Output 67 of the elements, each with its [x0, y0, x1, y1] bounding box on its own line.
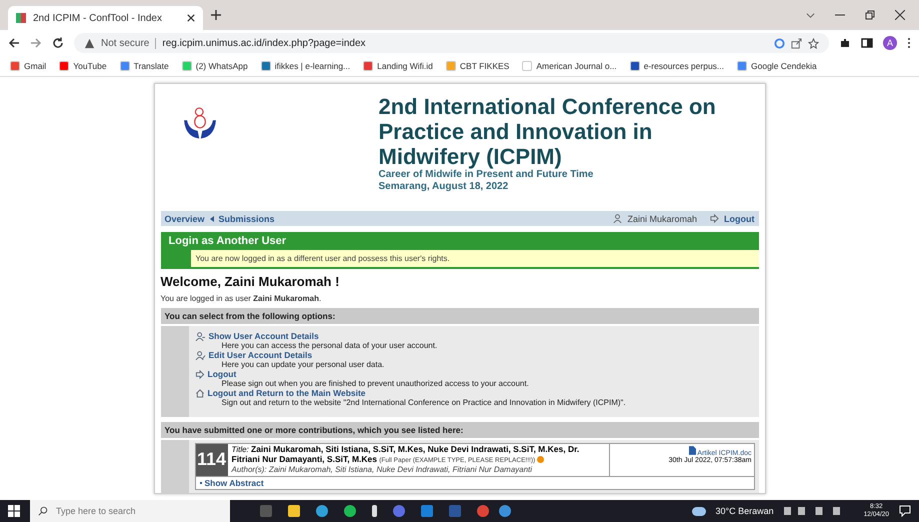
taskbar-search-field[interactable]: Type here to search — [30, 500, 230, 522]
browser-tab[interactable]: 2nd ICPIM - ConfTool - Index — [8, 6, 203, 30]
contribution-number: 114 — [196, 444, 228, 476]
welcome-heading: Welcome, Zaini Mukaromah ! — [160, 274, 340, 289]
google-icon[interactable] — [774, 38, 785, 48]
logout-icon — [194, 370, 204, 378]
bookmark-link[interactable]: Translate — [120, 61, 169, 71]
option-link[interactable]: Logout — [208, 369, 236, 379]
kebab-menu-icon[interactable] — [907, 37, 911, 49]
option-link[interactable]: Logout and Return to the Main Website — [208, 388, 366, 398]
notification-icon[interactable] — [899, 505, 911, 517]
option-link[interactable]: Show User Account Details — [208, 331, 319, 341]
show-abstract-link[interactable]: Show Abstract — [204, 478, 264, 488]
forward-icon[interactable] — [30, 37, 42, 49]
bookmark-link[interactable]: Google Cendekia — [737, 61, 817, 71]
address-bar[interactable]: Not secure reg.icpim.unimus.ac.id/index.php?page=index — [74, 33, 829, 53]
section-heading: You can select from the following options: — [160, 308, 758, 324]
bookmark-link[interactable]: YouTube — [59, 61, 107, 71]
cloud-icon — [692, 506, 706, 516]
bookmark-link[interactable]: ifikkes | e-learning... — [260, 61, 350, 71]
user-icon — [194, 332, 206, 340]
chevron-icon[interactable] — [806, 10, 815, 20]
bookmark-link[interactable]: CBT FIKKES — [446, 61, 510, 71]
bookmark-link[interactable]: Gmail — [10, 61, 46, 71]
close-icon[interactable] — [895, 10, 905, 20]
option-description: Please sign out when you are finished to prevent unauthorized access to your account. — [222, 379, 530, 388]
warning-icon — [84, 38, 95, 48]
notice-message: You are now logged in as a different user and possess this user's rights. — [190, 250, 758, 267]
user-name: Zaini Mukaromah — [627, 214, 697, 224]
weather-text[interactable]: 30°C Berawan — [716, 506, 774, 516]
login-status-text: You are logged in as user Zaini Mukaromah. — [160, 294, 322, 303]
bookmark-link[interactable]: American Journal o... — [522, 61, 617, 71]
new-tab-icon[interactable] — [211, 10, 221, 20]
windows-start-icon[interactable] — [8, 505, 20, 517]
home-icon — [194, 388, 204, 398]
sidebar-icon[interactable] — [861, 37, 873, 49]
document-icon — [688, 446, 696, 455]
share-icon[interactable] — [791, 38, 802, 48]
profile-avatar[interactable]: A — [883, 36, 897, 50]
caret-icon — [210, 216, 214, 222]
user-edit-icon — [194, 350, 206, 360]
conference-date: Semarang, August 18, 2022 — [378, 181, 510, 193]
info-icon — [537, 456, 544, 463]
star-icon[interactable] — [808, 38, 819, 48]
nav-link[interactable]: Overview — [164, 214, 205, 224]
notice-title: Login as Another User — [168, 234, 288, 249]
user-icon — [613, 214, 622, 223]
close-icon[interactable] — [187, 14, 195, 22]
bookmark-link[interactable]: Landing Wifi.id — [363, 61, 433, 71]
section-heading: You have submitted one or more contributions, which you see listed here: — [160, 422, 758, 438]
option-description: Here you can update your personal user data. — [222, 360, 386, 369]
reload-icon[interactable] — [52, 37, 64, 49]
bookmark-link[interactable]: (2) WhatsApp — [182, 61, 248, 71]
logout-icon — [710, 214, 719, 223]
favicon-icon — [16, 13, 26, 23]
logout-link[interactable]: Logout — [724, 214, 754, 224]
bookmark-link[interactable]: e-resources perpus... — [630, 61, 724, 71]
option-description: Sign out and return to the website "2nd International Conference on Practice and Innovation in Midwifery (ICPIM)". — [222, 398, 627, 407]
contribution-authors: Author(s): Zaini Mukaromah, Siti Istiana, Nuke Devi Indrawati, Fitriani Nur Damayanti — [232, 465, 534, 474]
restore-icon[interactable] — [865, 10, 875, 20]
option-link[interactable]: Edit User Account Details — [208, 350, 312, 360]
conference-title: 2nd International Conference on Practice and Innovation in Midwifery (ICPIM) — [378, 94, 717, 169]
conference-subtitle: Career of Midwife in Present and Future Time — [378, 169, 594, 181]
option-description: Here you can access the personal data of your user account. — [222, 341, 438, 350]
app-icon[interactable] — [393, 505, 405, 517]
back-icon[interactable] — [8, 37, 20, 49]
nav-link[interactable]: Submissions — [218, 214, 275, 224]
